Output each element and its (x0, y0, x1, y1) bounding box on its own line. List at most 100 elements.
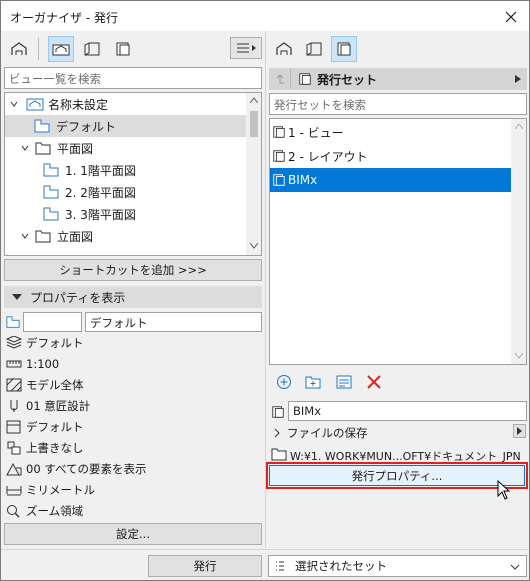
folder-icon (35, 141, 51, 155)
add-item-icon[interactable] (276, 374, 292, 390)
tree-item-elevation[interactable]: 立面図 (5, 225, 246, 247)
prop-label: モデル全体 (26, 378, 84, 392)
publisher-sets-icon (271, 405, 285, 419)
delete-icon[interactable] (366, 374, 382, 390)
layout-book-icon[interactable] (301, 36, 327, 62)
properties-header[interactable]: プロパティを表示 (4, 286, 262, 308)
tree-item-floor-2[interactable]: 2. 2階平面図 (5, 181, 246, 203)
scroll-up-icon[interactable] (515, 123, 523, 129)
layout-book-icon[interactable] (79, 36, 105, 62)
up-arrow-icon[interactable] (269, 69, 291, 89)
settings-button[interactable]: 設定... (4, 523, 262, 545)
pen-icon (10, 400, 18, 412)
model-view-icon (6, 420, 21, 434)
properties-icon[interactable] (336, 375, 352, 389)
prop-zoom[interactable]: ズーム領域 (6, 501, 83, 521)
renovation-icon (6, 462, 22, 476)
triangle-down-icon (12, 294, 22, 300)
new-folder-icon[interactable] (305, 374, 322, 390)
view-name-input[interactable]: デフォルト (85, 312, 262, 332)
add-shortcut-button[interactable]: ショートカットを追加 >>> (4, 259, 262, 281)
list-icon (276, 561, 284, 571)
project-icon (26, 97, 44, 111)
prop-layer-combination[interactable]: デフォルト (6, 333, 84, 353)
triangle-right-icon[interactable] (513, 424, 526, 438)
list-scrollbar[interactable] (511, 119, 526, 364)
publish-button[interactable]: 発行 (148, 555, 262, 577)
structure-icon (6, 378, 22, 392)
view-id-input[interactable] (23, 312, 82, 332)
menu-button[interactable] (230, 37, 262, 59)
tree-scrollbar[interactable] (246, 93, 261, 255)
project-map-icon[interactable] (271, 36, 297, 62)
folder-icon (35, 229, 51, 243)
cursor-icon (497, 480, 511, 500)
prop-model-view[interactable]: デフォルト (6, 417, 84, 437)
tree-item-floorplan[interactable]: 平面図 (5, 137, 246, 159)
view-icon (43, 207, 59, 221)
prop-label: ズーム領域 (26, 504, 84, 518)
tree-label: 平面図 (57, 141, 94, 156)
publisher-set-header[interactable]: 発行セット (269, 68, 527, 90)
view-map-icon[interactable] (48, 36, 74, 62)
set-item-label: 1 - ビュー (288, 125, 344, 140)
triangle-right-icon[interactable] (515, 75, 521, 83)
publisher-sets-icon (273, 150, 285, 162)
prop-renovation-filter[interactable]: 00 すべての要素を表示 (6, 459, 147, 479)
tree-label: デフォルト (56, 119, 117, 134)
set-search-placeholder: 発行セットを検索 (274, 98, 366, 112)
tree-item-default[interactable]: デフォルト (5, 115, 246, 137)
set-item-bimx[interactable]: BIMx (270, 168, 511, 192)
tree-item-floor-3[interactable]: 3. 3階平面図 (5, 203, 246, 225)
save-files-label: ファイルの保存 (287, 426, 368, 440)
prop-label: デフォルト (26, 420, 84, 434)
scroll-thumb[interactable] (250, 111, 258, 137)
chevron-down-icon (19, 142, 33, 154)
set-item-layouts[interactable]: 2 - レイアウト (270, 145, 511, 167)
publish-properties-button[interactable]: 発行プロパティ... (269, 465, 525, 486)
window-title: オーガナイザ - 発行 (10, 11, 118, 25)
scroll-down-icon[interactable] (515, 353, 523, 359)
scroll-down-icon[interactable] (250, 243, 258, 249)
prop-structure-display[interactable]: モデル全体 (6, 375, 84, 395)
tree-item-floor-1[interactable]: 1. 1階平面図 (5, 159, 246, 181)
chevron-down-icon (19, 230, 33, 242)
chevron-right-icon[interactable] (272, 428, 282, 438)
view-icon (6, 315, 20, 329)
folder-icon (271, 447, 287, 461)
prop-graphic-override[interactable]: 上書きなし (6, 438, 84, 458)
view-search-input[interactable]: ビュー一覧を検索 (4, 67, 262, 89)
organizer-window: オーガナイザ - 発行 ビュー一覧を検索 名称未設定 デフォルト 平面図 1. … (0, 0, 530, 581)
prop-label: 1:100 (26, 357, 60, 371)
tree-label: 名称未設定 (48, 97, 109, 112)
prop-dimensions[interactable]: ミリメートル (6, 480, 95, 500)
tree-label: 立面図 (57, 229, 94, 244)
prop-label: 01 意匠設計 (26, 399, 91, 413)
title-bar: オーガナイザ - 発行 (1, 1, 529, 31)
scale-icon (6, 360, 22, 368)
publish-target-dropdown[interactable]: 選択されたセット (268, 555, 527, 577)
set-item-label: 2 - レイアウト (288, 149, 368, 164)
prop-pen-set[interactable]: 01 意匠設計 (6, 396, 90, 416)
close-icon[interactable] (501, 7, 521, 27)
chevron-down-icon (510, 564, 520, 570)
publisher-sets-icon[interactable] (110, 36, 136, 62)
prop-label: デフォルト (26, 336, 84, 350)
view-icon (43, 163, 59, 177)
override-icon (7, 441, 21, 455)
project-map-icon[interactable] (6, 36, 32, 62)
layers-icon (6, 336, 22, 349)
prop-label: 上書きなし (26, 441, 84, 455)
tree-item-unnamed[interactable]: 名称未設定 (5, 93, 246, 115)
set-name-input[interactable]: BIMx (288, 401, 527, 421)
publisher-sets-icon (273, 174, 285, 186)
scroll-up-icon[interactable] (250, 97, 258, 103)
set-item-views[interactable]: 1 - ビュー (270, 121, 511, 143)
publisher-sets-icon[interactable] (331, 36, 357, 62)
tree-label: 1. 1階平面図 (65, 163, 136, 178)
set-search-input[interactable]: 発行セットを検索 (269, 93, 527, 115)
chevron-down-icon (8, 98, 22, 110)
view-tree: 名称未設定 デフォルト 平面図 1. 1階平面図 2. 2階平面図 3. 3階平… (4, 92, 262, 256)
prop-scale[interactable]: 1:100 (6, 354, 59, 374)
tree-label: 2. 2階平面図 (65, 185, 136, 200)
